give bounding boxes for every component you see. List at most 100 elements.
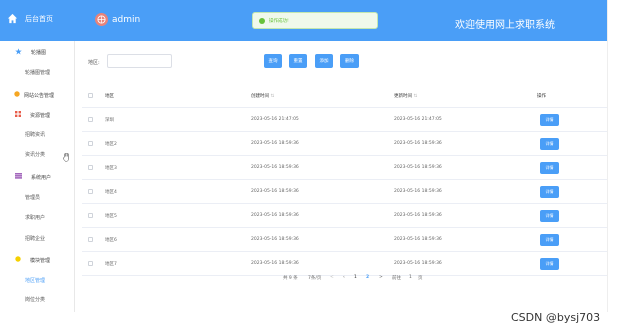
watermark: CSDN @bysj703 — [511, 311, 601, 324]
row-checkbox[interactable] — [88, 237, 93, 242]
table-header: 地区 创建时间 ⇅ 更新时间 ⇅ 操作 — [82, 84, 607, 108]
updated-time: 2023-05-16 18:59:36 — [394, 165, 442, 170]
goto-page-input[interactable]: 1 — [409, 275, 412, 280]
detail-button[interactable]: 详情 — [540, 233, 559, 246]
sidebar-item-label: 网站公告管理 — [24, 92, 55, 99]
created-time: 2023-05-16 18:59:36 — [251, 189, 299, 194]
delete-button[interactable]: 删除 — [340, 54, 359, 68]
detail-button[interactable]: 详情 — [540, 137, 559, 150]
detail-button[interactable]: 详情 — [540, 185, 559, 198]
sidebar-item-companies[interactable]: 招聘企业 — [0, 235, 75, 242]
sidebar-group-modules[interactable]: 模块管理 — [0, 256, 75, 264]
column-header-updated-label: 更新时间 — [394, 93, 412, 99]
sidebar-group-resource[interactable]: 资源管理 — [0, 111, 75, 119]
home-icon — [7, 13, 18, 24]
success-check-icon — [259, 17, 265, 24]
row-checkbox[interactable] — [88, 141, 93, 146]
mouse-cursor-icon — [63, 147, 70, 166]
success-toast: 操作成功! — [252, 12, 378, 29]
avatar — [95, 13, 108, 26]
created-time: 2023-05-16 18:59:36 — [251, 213, 299, 218]
row-checkbox[interactable] — [88, 117, 93, 122]
updated-time: 2023-05-16 18:59:36 — [394, 213, 442, 218]
sidebar-item-label: 系统用户 — [31, 174, 52, 181]
updated-time: 2023-05-16 18:59:36 — [394, 261, 442, 266]
column-header-operation: 操作 — [537, 93, 546, 99]
add-button[interactable]: 添加 — [315, 54, 333, 68]
detail-button[interactable]: 详情 — [540, 113, 559, 126]
select-all-checkbox[interactable] — [88, 93, 93, 98]
sidebar-group-notice[interactable]: 网站公告管理 — [0, 91, 75, 99]
row-checkbox[interactable] — [88, 261, 93, 266]
main-content: 地区: 查询 重置 添加 删除 地区 创建时间 ⇅ 更新时间 ⇅ 操作 深圳 2… — [76, 41, 607, 312]
region-name: 地区2 — [105, 141, 117, 147]
sidebar-item-job-seekers[interactable]: 求职用户 — [0, 214, 75, 221]
row-checkbox[interactable] — [88, 165, 93, 170]
page-number[interactable]: 1 — [354, 275, 357, 280]
chevron-left-icon: ‹ — [343, 275, 345, 280]
region-search-label: 地区: — [88, 60, 100, 66]
sidebar-item-label: 资源管理 — [30, 112, 51, 119]
updated-time: 2023-05-16 21:47:05 — [394, 117, 442, 122]
reset-button[interactable]: 重置 — [289, 54, 307, 68]
sidebar-item-carousel-manage[interactable]: 轮播图管理 — [0, 69, 75, 76]
sidebar-group-users[interactable]: 系统用户 — [0, 173, 75, 181]
created-time: 2023-05-16 18:59:36 — [251, 261, 299, 266]
region-name: 地区5 — [105, 213, 117, 219]
detail-button[interactable]: 详情 — [540, 257, 559, 270]
table-row: 地区2 2023-05-16 18:59:36 2023-05-16 18:59… — [82, 132, 607, 156]
region-name: 深圳 — [105, 117, 114, 123]
row-checkbox[interactable] — [88, 213, 93, 218]
page-number-current[interactable]: 2 — [366, 275, 369, 280]
page-size-select[interactable]: 7条/页 — [308, 275, 321, 281]
region-name: 地区3 — [105, 165, 117, 171]
users-icon — [15, 173, 22, 181]
grid-icon — [15, 111, 21, 119]
updated-time: 2023-05-16 18:59:36 — [394, 237, 442, 242]
table-row: 地区7 2023-05-16 18:59:36 2023-05-16 18:59… — [82, 252, 607, 276]
admin-name: admin — [112, 14, 141, 25]
goto-label: 前往 — [392, 276, 401, 281]
sidebar-item-job-category[interactable]: 岗位分类 — [0, 296, 75, 303]
sidebar: 轮播图 轮播图管理 网站公告管理 资源管理 招聘资讯 资讯分类 系统用户 管理员… — [0, 41, 75, 312]
table-row: 深圳 2023-05-16 21:47:05 2023-05-16 21:47:… — [82, 108, 607, 132]
home-link[interactable]: 后台首页 — [7, 13, 53, 24]
toast-message: 操作成功! — [269, 18, 289, 24]
welcome-title: 欢迎使用网上求职系统 — [455, 20, 555, 31]
table-row: 地区6 2023-05-16 18:59:36 2023-05-16 18:59… — [82, 228, 607, 252]
column-header-updated[interactable]: 更新时间 ⇅ — [394, 93, 417, 99]
created-time: 2023-05-16 18:59:36 — [251, 237, 299, 242]
detail-button[interactable]: 详情 — [540, 209, 559, 222]
updated-time: 2023-05-16 18:59:36 — [394, 189, 442, 194]
admin-user[interactable]: admin — [95, 13, 140, 26]
table-row: 地区4 2023-05-16 18:59:36 2023-05-16 18:59… — [82, 180, 607, 204]
goto-suffix: 页 — [418, 276, 423, 281]
region-name: 地区7 — [105, 261, 117, 267]
pagination-total: 共 9 条 — [283, 276, 298, 281]
pagination: 共 9 条 7条/页 < ‹ 1 2 > 前往 1 页 — [0, 275, 607, 285]
region-search-input[interactable] — [107, 54, 172, 68]
app-window: 后台首页 admin 操作成功! 欢迎使用网上求职系统 轮播图 轮播图管理 网站… — [0, 0, 608, 312]
column-header-region: 地区 — [105, 93, 114, 99]
query-button[interactable]: 查询 — [264, 54, 282, 68]
prev-page-button[interactable]: < — [330, 275, 334, 280]
bell-icon — [14, 91, 20, 99]
sort-icon: ⇅ — [270, 93, 275, 99]
sort-icon: ⇅ — [413, 93, 418, 99]
sidebar-item-label: 轮播图 — [31, 50, 47, 56]
star-icon — [15, 48, 22, 57]
next-page-button[interactable]: > — [379, 275, 383, 280]
sidebar-group-carousel[interactable]: 轮播图 — [0, 48, 75, 57]
region-name: 地区4 — [105, 189, 117, 195]
column-header-created[interactable]: 创建时间 ⇅ — [251, 93, 274, 99]
module-icon — [15, 256, 21, 264]
row-checkbox[interactable] — [88, 189, 93, 194]
created-time: 2023-05-16 21:47:05 — [251, 117, 299, 122]
home-label: 后台首页 — [25, 14, 53, 23]
created-time: 2023-05-16 18:59:36 — [251, 141, 299, 146]
sidebar-item-admins[interactable]: 管理员 — [0, 194, 75, 201]
sidebar-item-label: 模块管理 — [30, 257, 51, 264]
detail-button[interactable]: 详情 — [540, 161, 559, 174]
table-row: 地区5 2023-05-16 18:59:36 2023-05-16 18:59… — [82, 204, 607, 228]
sidebar-item-job-news[interactable]: 招聘资讯 — [0, 131, 75, 138]
